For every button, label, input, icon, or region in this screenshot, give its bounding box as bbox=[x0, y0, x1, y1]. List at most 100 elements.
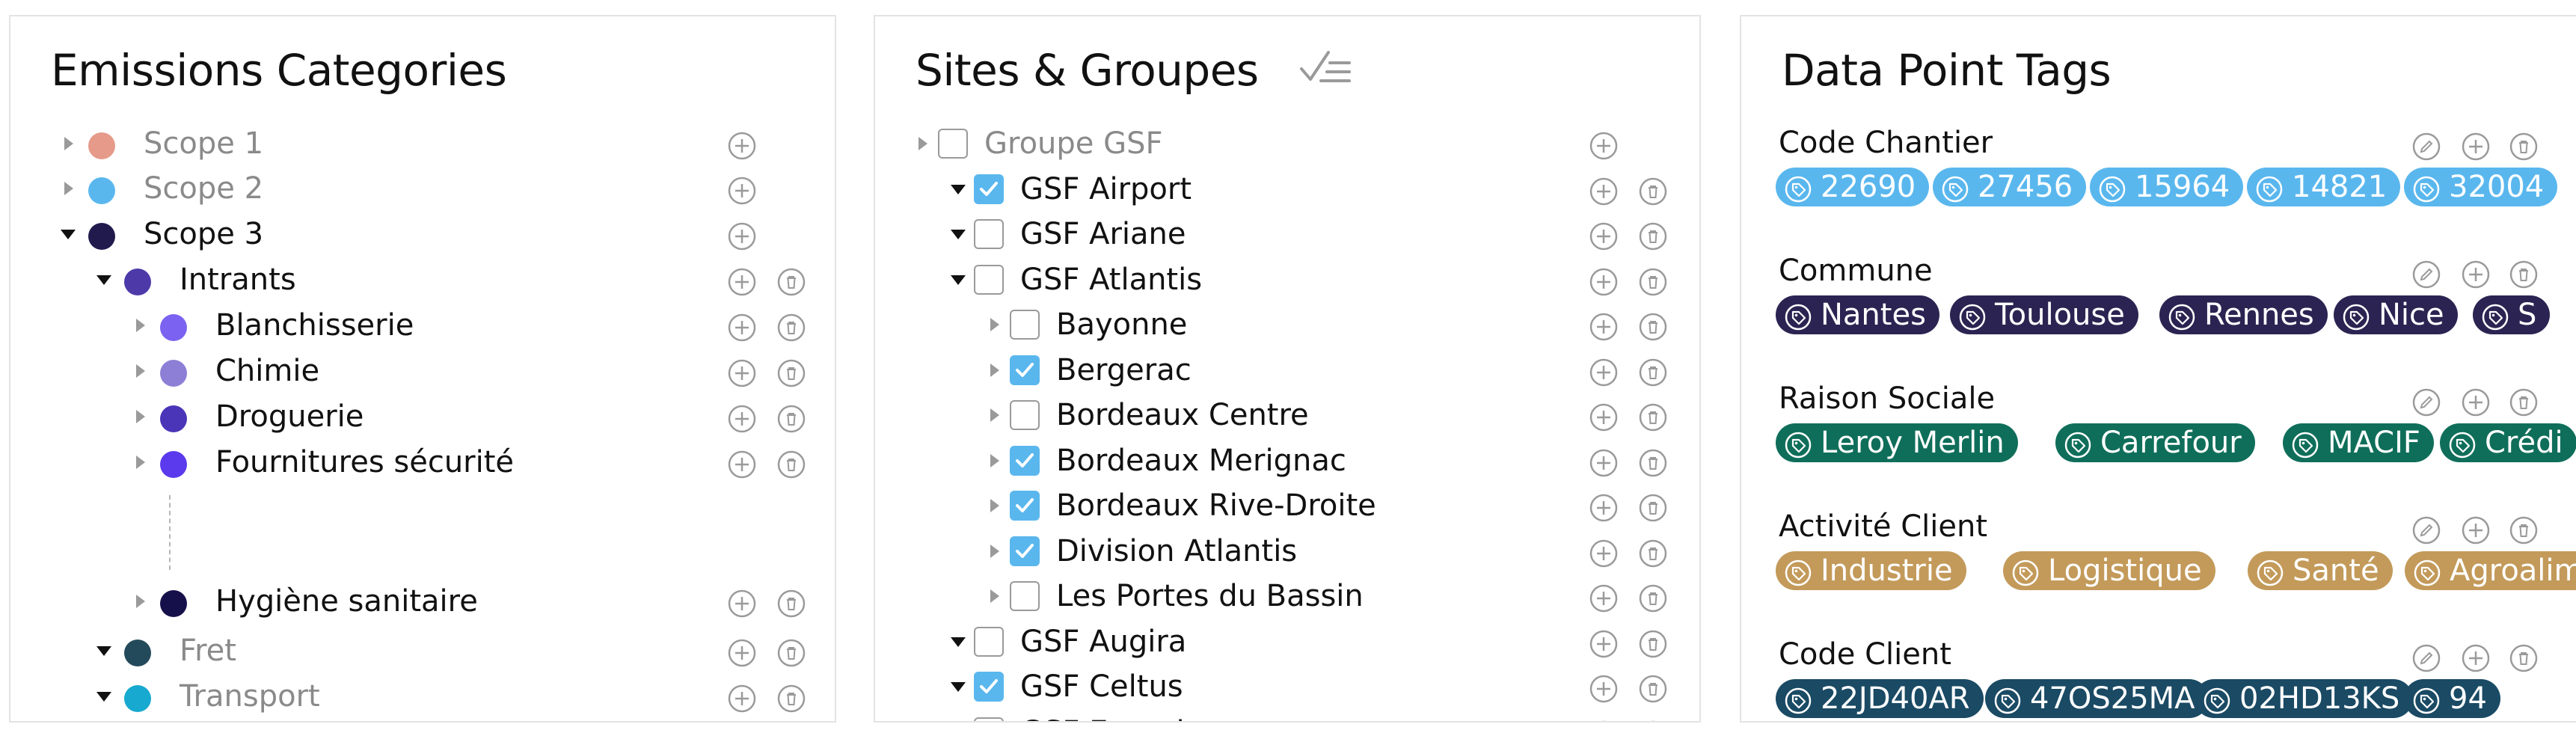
site-row[interactable]: GSF Ariane bbox=[875, 212, 1699, 257]
plus-circle-icon[interactable] bbox=[727, 684, 757, 714]
trash-icon[interactable] bbox=[2509, 132, 2539, 162]
tag-chip[interactable]: Rennes bbox=[2159, 295, 2328, 334]
trash-icon[interactable] bbox=[1638, 312, 1668, 342]
caret-right-icon[interactable] bbox=[984, 451, 1004, 470]
site-checkbox[interactable] bbox=[938, 129, 968, 159]
site-checkbox[interactable] bbox=[974, 219, 1004, 249]
trash-icon[interactable] bbox=[2509, 515, 2539, 545]
site-checkbox[interactable] bbox=[1010, 400, 1040, 430]
trash-icon[interactable] bbox=[1638, 267, 1668, 297]
trash-icon[interactable] bbox=[1638, 448, 1668, 478]
caret-right-icon[interactable] bbox=[984, 586, 1004, 606]
caret-down-icon[interactable] bbox=[948, 677, 968, 696]
trash-icon[interactable] bbox=[1638, 358, 1668, 387]
tree-row[interactable]: Chimie bbox=[10, 349, 835, 393]
caret-down-icon[interactable] bbox=[94, 270, 114, 289]
site-checkbox[interactable] bbox=[974, 174, 1004, 204]
caret-right-icon[interactable] bbox=[130, 361, 150, 381]
plus-circle-icon[interactable] bbox=[1589, 539, 1619, 568]
plus-circle-icon[interactable] bbox=[727, 176, 757, 206]
tag-chip[interactable]: 22690 bbox=[1776, 168, 1930, 206]
trash-icon[interactable] bbox=[1638, 539, 1668, 568]
plus-circle-icon[interactable] bbox=[2461, 260, 2491, 289]
plus-circle-icon[interactable] bbox=[1589, 267, 1619, 297]
tag-chip[interactable]: Crédi bbox=[2440, 423, 2576, 462]
tag-chip[interactable]: 15964 bbox=[2090, 168, 2244, 206]
tag-chip[interactable]: Leroy Merlin bbox=[1776, 423, 2018, 462]
caret-right-icon[interactable] bbox=[984, 496, 1004, 515]
caret-right-icon[interactable] bbox=[58, 134, 78, 153]
tag-chip[interactable]: 02HD13KS bbox=[2195, 679, 2414, 718]
plus-circle-icon[interactable] bbox=[727, 404, 757, 434]
trash-icon[interactable] bbox=[776, 313, 806, 343]
caret-down-icon[interactable] bbox=[948, 180, 968, 199]
caret-down-icon[interactable] bbox=[948, 224, 968, 244]
plus-circle-icon[interactable] bbox=[1589, 493, 1619, 523]
trash-icon[interactable] bbox=[1638, 674, 1668, 704]
site-checkbox[interactable] bbox=[1010, 536, 1040, 566]
trash-icon[interactable] bbox=[1638, 177, 1668, 206]
plus-circle-icon[interactable] bbox=[2461, 387, 2491, 417]
plus-circle-icon[interactable] bbox=[727, 221, 757, 251]
tree-row[interactable]: Hygiène sanitaire bbox=[10, 579, 835, 624]
caret-down-icon[interactable] bbox=[94, 687, 114, 706]
tag-chip[interactable]: Logistique bbox=[2003, 551, 2215, 590]
tree-row[interactable]: Fournitures sécurité bbox=[10, 440, 835, 485]
tag-chip[interactable]: Industrie bbox=[1776, 551, 1966, 590]
caret-right-icon[interactable] bbox=[984, 542, 1004, 561]
site-checkbox[interactable] bbox=[974, 672, 1004, 702]
plus-circle-icon[interactable] bbox=[1589, 358, 1619, 387]
caret-right-icon[interactable] bbox=[130, 453, 150, 472]
site-row[interactable]: Groupe GSF bbox=[875, 121, 1699, 166]
tree-row[interactable]: Transport bbox=[10, 674, 835, 719]
trash-icon[interactable] bbox=[776, 267, 806, 297]
site-row[interactable]: GSF Airport bbox=[875, 167, 1699, 212]
site-checkbox[interactable] bbox=[974, 717, 1004, 721]
tag-chip[interactable]: 32004 bbox=[2404, 168, 2558, 206]
plus-circle-icon[interactable] bbox=[727, 267, 757, 297]
tree-row[interactable]: Scope 1 bbox=[10, 121, 835, 166]
pencil-icon[interactable] bbox=[2411, 132, 2441, 162]
tree-row[interactable]: Droguerie bbox=[10, 394, 835, 439]
site-row[interactable]: Bergerac bbox=[875, 348, 1699, 393]
plus-circle-icon[interactable] bbox=[2461, 515, 2491, 545]
tree-row[interactable]: Blanchisserie bbox=[10, 303, 835, 348]
trash-icon[interactable] bbox=[1638, 629, 1668, 659]
pencil-icon[interactable] bbox=[2411, 643, 2441, 673]
tag-chip[interactable]: 22JD40AR bbox=[1776, 679, 1984, 718]
trash-icon[interactable] bbox=[776, 684, 806, 714]
site-checkbox[interactable] bbox=[1010, 355, 1040, 385]
tag-chip[interactable]: 94 bbox=[2404, 679, 2500, 718]
caret-right-icon[interactable] bbox=[984, 315, 1004, 334]
tree-row[interactable]: Scope 2 bbox=[10, 166, 835, 211]
pencil-icon[interactable] bbox=[2411, 387, 2441, 417]
plus-circle-icon[interactable] bbox=[1589, 629, 1619, 659]
site-row[interactable]: Bordeaux Centre bbox=[875, 393, 1699, 438]
site-row[interactable]: GSF Energia bbox=[875, 710, 1699, 721]
trash-icon[interactable] bbox=[1638, 221, 1668, 251]
caret-right-icon[interactable] bbox=[130, 592, 150, 611]
tag-chip[interactable]: 47OS25MA bbox=[1985, 679, 2209, 718]
plus-circle-icon[interactable] bbox=[727, 589, 757, 619]
plus-circle-icon[interactable] bbox=[1589, 720, 1619, 721]
trash-icon[interactable] bbox=[1638, 583, 1668, 613]
caret-right-icon[interactable] bbox=[130, 407, 150, 426]
tag-chip[interactable]: Santé bbox=[2248, 551, 2393, 590]
caret-right-icon[interactable] bbox=[58, 179, 78, 198]
site-checkbox[interactable] bbox=[1010, 445, 1040, 476]
caret-down-icon[interactable] bbox=[948, 632, 968, 651]
site-row[interactable]: Division Atlantis bbox=[875, 529, 1699, 574]
pencil-icon[interactable] bbox=[2411, 515, 2441, 545]
checklist-icon[interactable] bbox=[1298, 46, 1351, 88]
caret-down-icon[interactable] bbox=[94, 641, 114, 660]
plus-circle-icon[interactable] bbox=[727, 131, 757, 161]
trash-icon[interactable] bbox=[2509, 260, 2539, 289]
tag-chip[interactable]: 14821 bbox=[2247, 168, 2401, 206]
tag-chip[interactable]: 27456 bbox=[1933, 168, 2087, 206]
site-row[interactable]: Bordeaux Rive-Droite bbox=[875, 483, 1699, 528]
site-checkbox[interactable] bbox=[1010, 491, 1040, 521]
tag-chip[interactable]: Nantes bbox=[1776, 295, 1939, 334]
site-checkbox[interactable] bbox=[1010, 581, 1040, 611]
tag-chip[interactable]: MACIF bbox=[2283, 423, 2434, 462]
plus-circle-icon[interactable] bbox=[1589, 583, 1619, 613]
